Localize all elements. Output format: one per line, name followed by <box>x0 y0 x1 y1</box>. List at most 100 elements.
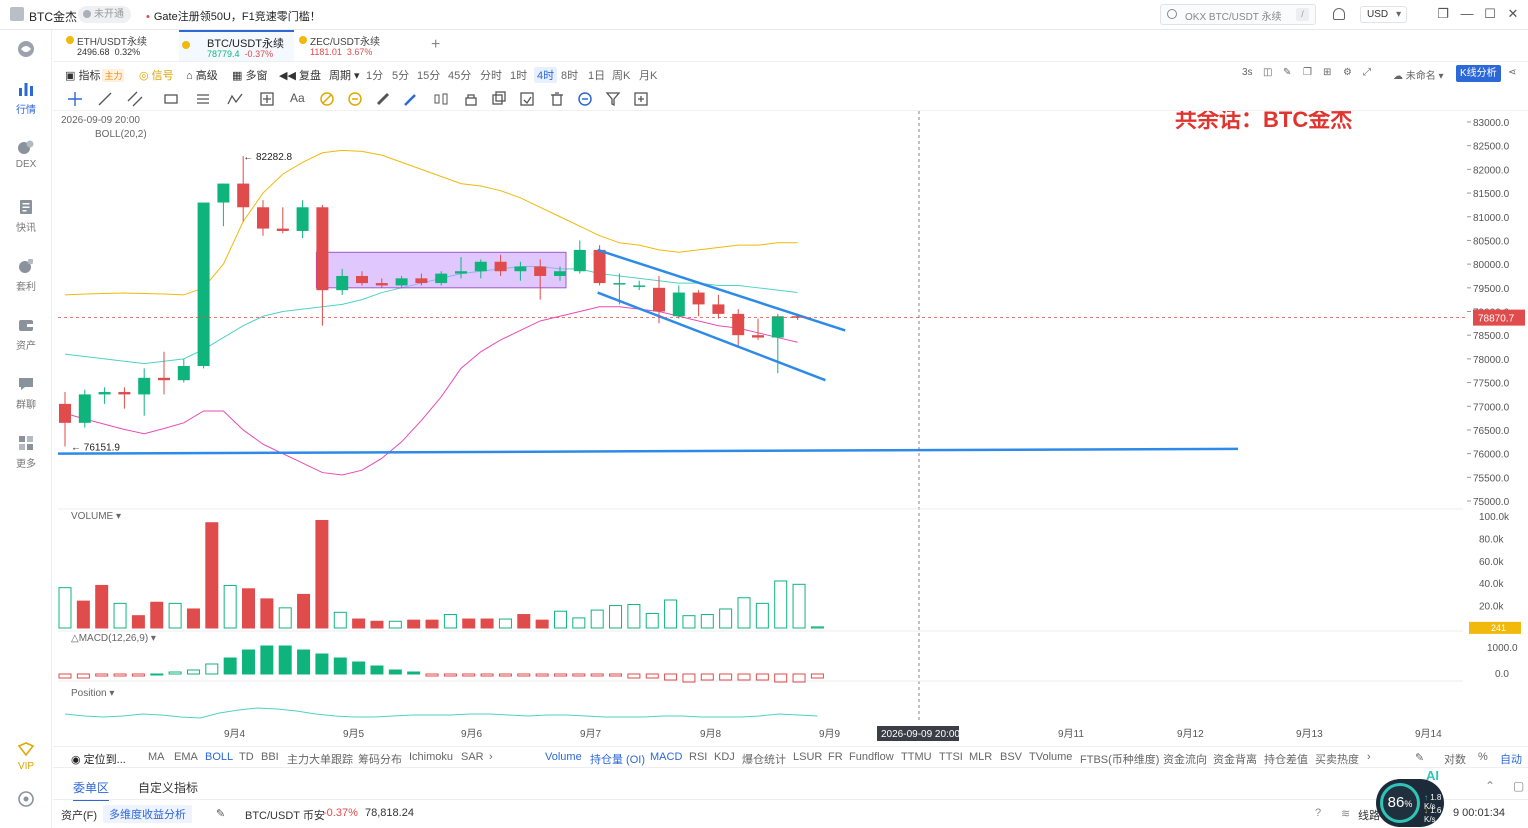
template-icon[interactable] <box>519 91 535 107</box>
profit-analysis-button[interactable]: 多维度收益分析 <box>103 805 192 823</box>
auto-scale-toggle[interactable]: 自动 <box>1500 751 1522 767</box>
log-scale-toggle[interactable]: 对数 <box>1444 751 1466 767</box>
ruler-icon[interactable] <box>375 91 391 107</box>
sub-ind-fr[interactable]: FR <box>828 751 843 763</box>
main-ind-ema[interactable]: EMA <box>174 751 198 763</box>
sidebar-item-market[interactable]: 行情 <box>0 80 52 116</box>
minimize-icon[interactable]: — <box>1460 7 1474 21</box>
close-icon[interactable]: ✕ <box>1506 7 1520 21</box>
price-chart[interactable]: 83000.0 82500.0 82000.0 81500.0 81000.0 80500… <box>53 111 1528 745</box>
ticker-pair[interactable]: BTC/USDT 币安 <box>245 807 325 823</box>
sidebar-item-dex[interactable]: DEX <box>0 138 52 170</box>
period-45m[interactable]: 45分 <box>448 67 471 83</box>
sub-ind-volume[interactable]: Volume <box>545 751 582 763</box>
crosshair-icon[interactable] <box>67 91 83 107</box>
edit-ind-icon[interactable]: ✎ <box>1415 751 1424 764</box>
parallel-channel-icon[interactable] <box>127 91 143 107</box>
sub-ind-mlr[interactable]: MLR <box>969 751 992 763</box>
sub-ind-ftbs[interactable]: FTBS(币种维度) <box>1080 751 1159 767</box>
layout-name-select[interactable]: ☁ 未命名 ▾ <box>1393 67 1444 82</box>
brush-icon[interactable] <box>403 91 419 107</box>
period-1m[interactable]: 1分 <box>366 67 383 83</box>
maximize-icon[interactable]: ☐ <box>1483 7 1497 21</box>
sidebar-item-chat[interactable]: 群聊 <box>0 375 52 411</box>
period-timeshare[interactable]: 分时 <box>480 67 502 83</box>
main-ind-ichimoku[interactable]: Ichimoku <box>409 751 453 763</box>
main-ind-td[interactable]: TD <box>239 751 254 763</box>
user-icon[interactable] <box>10 7 24 21</box>
edit-icon[interactable]: ✎ <box>1283 67 1291 78</box>
period-15m[interactable]: 15分 <box>417 67 440 83</box>
sub-ind-lsur[interactable]: LSUR <box>793 751 822 763</box>
more-sub-icon[interactable]: › <box>1367 751 1371 763</box>
lock-draw-icon[interactable] <box>347 91 363 107</box>
period-1d[interactable]: 1日 <box>588 67 605 83</box>
bell-icon[interactable] <box>1333 8 1345 20</box>
rectangle-icon[interactable] <box>163 91 179 107</box>
sub-ind-kdj[interactable]: KDJ <box>714 751 735 763</box>
tab-zec-usdt[interactable]: ZEC/USDT永续 1181.01 3.67% <box>296 30 411 61</box>
sub-ind-oi-diff[interactable]: 持仓差值 <box>1264 751 1308 767</box>
trend-line-icon[interactable] <box>97 91 113 107</box>
tab-orders[interactable]: 委单区 <box>73 779 110 801</box>
share-icon[interactable]: ⋖ <box>1508 67 1516 78</box>
magnet-icon[interactable] <box>319 91 335 107</box>
sidebar-item-assets[interactable]: 资产 <box>0 316 52 352</box>
period-8h[interactable]: 8时 <box>561 67 578 83</box>
sub-ind-fundflow[interactable]: Fundflow <box>849 751 894 763</box>
tab-btc-usdt[interactable]: BTC/USDT永续 78779.4 -0.37% <box>179 30 294 61</box>
fib-icon[interactable] <box>195 91 211 107</box>
sub-ind-tvolume[interactable]: TVolume <box>1029 751 1072 763</box>
sidebar-item-news[interactable]: 快讯 <box>0 198 52 234</box>
filter-icon[interactable] <box>605 91 621 107</box>
sidebar-item-settings[interactable] <box>0 790 52 811</box>
camera-icon[interactable]: ◫ <box>1263 67 1272 78</box>
sub-ind-liquidation[interactable]: 爆仓统计 <box>742 751 786 767</box>
sub-ind-ttmu[interactable]: TTMU <box>901 751 932 763</box>
collapse-icon[interactable]: ⌃ <box>1485 779 1495 793</box>
tab-custom-indicators[interactable]: 自定义指标 <box>138 779 198 796</box>
main-ind-big-order[interactable]: 主力大单跟踪 <box>287 751 353 767</box>
period-month[interactable]: 月K <box>639 67 657 83</box>
network-speed-widget[interactable]: 86% ↑ 1.8 K/s ↓ 1.6 K/s <box>1376 779 1444 827</box>
main-ind-bbi[interactable]: BBI <box>261 751 279 763</box>
pattern-icon[interactable] <box>227 91 243 107</box>
sub-ind-rsi[interactable]: RSI <box>689 751 707 763</box>
locate-button[interactable]: ◉ 定位到... <box>71 751 126 767</box>
search-input[interactable]: OKX BTC/USDT 永续 / <box>1160 4 1316 25</box>
measure-icon[interactable] <box>259 91 275 107</box>
sidebar-item-vip[interactable]: VIP <box>0 740 52 772</box>
sidebar-item-arbitrage[interactable]: 套利 <box>0 257 52 293</box>
add-tab-button[interactable]: + <box>431 36 440 54</box>
period-select[interactable]: 周期 ▾ <box>329 67 360 83</box>
tab-eth-usdt[interactable]: ETH/USDT永续 2496.68 0.32% <box>63 30 178 61</box>
asset-label[interactable]: 资产(F) <box>61 807 97 823</box>
period-1h[interactable]: 1时 <box>510 67 527 83</box>
chart-canvas[interactable]: 83000.0 82500.0 82000.0 81500.0 81000.0 80500… <box>53 111 1528 745</box>
signal-button[interactable]: ◎ 信号 <box>139 67 174 83</box>
sub-ind-oi[interactable]: 持仓量 (OI) <box>590 751 645 767</box>
period-week[interactable]: 周K <box>612 67 630 83</box>
more-main-icon[interactable]: › <box>489 751 493 763</box>
window-layout-icon[interactable]: ❐ <box>1436 7 1450 21</box>
main-ind-chip[interactable]: 筹码分布 <box>358 751 402 767</box>
trash-icon[interactable] <box>549 91 565 107</box>
advanced-button[interactable]: ⌂ 高级 <box>186 67 218 83</box>
main-ind-boll[interactable]: BOLL <box>205 751 233 763</box>
multi-window-button[interactable]: ▦ 多窗 <box>232 67 267 83</box>
candle-icon[interactable] <box>433 91 449 107</box>
settings-icon[interactable]: ⚙ <box>1343 67 1352 78</box>
currency-select[interactable]: USD <box>1360 6 1408 23</box>
sub-ind-heat[interactable]: 买卖热度 <box>1315 751 1359 767</box>
period-4h[interactable]: 4时 <box>534 67 558 83</box>
history-icon[interactable] <box>633 91 649 107</box>
promo-banner[interactable]: • Gate注册领50U，F1竞速零门槛！ <box>146 8 321 24</box>
sidebar-logo[interactable] <box>0 40 52 61</box>
sub-ind-bsv[interactable]: BSV <box>1000 751 1022 763</box>
sidebar-item-more[interactable]: 更多 <box>0 434 52 470</box>
replay-button[interactable]: ◀◀ 复盘 <box>279 67 321 83</box>
help-icon[interactable]: ? <box>1315 807 1321 819</box>
sub-ind-divergence[interactable]: 资金背离 <box>1213 751 1257 767</box>
clone-icon[interactable] <box>491 91 507 107</box>
sub-ind-macd[interactable]: MACD <box>650 751 682 763</box>
